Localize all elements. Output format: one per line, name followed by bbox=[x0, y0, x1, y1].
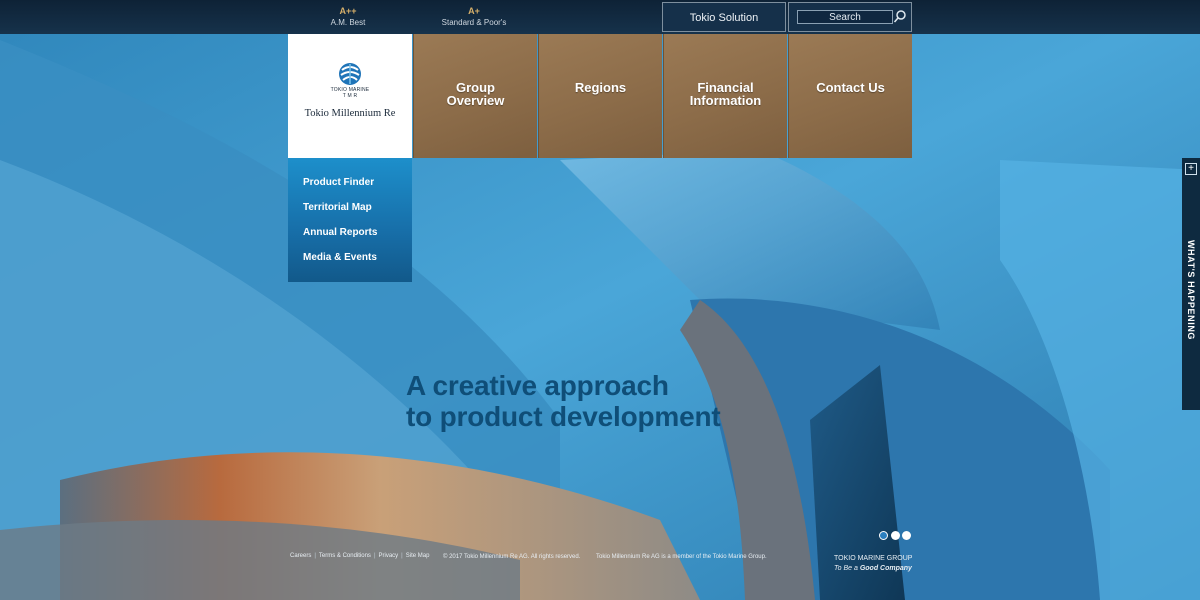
footer-link-terms[interactable]: Terms & Conditions bbox=[319, 553, 371, 559]
search-icon bbox=[893, 10, 906, 23]
expand-plus-icon[interactable]: + bbox=[1185, 163, 1197, 175]
nav-label-line1: Contact Us bbox=[816, 80, 885, 95]
rating-am-best: A++ A.M. Best bbox=[318, 6, 378, 28]
nav-item-financial-information[interactable]: Financial Information bbox=[663, 34, 787, 158]
nav-label-line2: Overview bbox=[446, 93, 505, 108]
carousel-dot-3[interactable] bbox=[902, 531, 911, 540]
rating-agency: A.M. Best bbox=[330, 18, 366, 27]
footer-copyright: © 2017 Tokio Millennium Re AG. All right… bbox=[443, 554, 581, 560]
footer-link-privacy[interactable]: Privacy bbox=[379, 553, 399, 559]
page: A++ A.M. Best A+ Standard & Poor's Tokio… bbox=[0, 0, 1200, 600]
home-logo-link[interactable]: TOKIO MARINE T M R Tokio Millennium Re bbox=[288, 34, 412, 158]
footer-separator: | bbox=[401, 553, 403, 559]
menu-item-annual-reports[interactable]: Annual Reports bbox=[303, 227, 377, 238]
whats-happening-tab[interactable]: + WHAT'S HAPPENING bbox=[1182, 158, 1200, 410]
footer-separator: | bbox=[314, 553, 316, 559]
footer-links: Careers | Terms & Conditions | Privacy | Site … bbox=[290, 553, 429, 559]
search-button[interactable] bbox=[893, 9, 907, 25]
hero-headline-line1: A creative approach bbox=[406, 370, 669, 401]
menu-item-territorial-map[interactable]: Territorial Map bbox=[303, 202, 372, 213]
group-tagline: To Be a Good Company bbox=[834, 564, 912, 574]
logo-company-name: Tokio Millennium Re bbox=[304, 108, 396, 119]
group-tagline-prefix: To Be a bbox=[834, 565, 858, 572]
logo-small-text: TOKIO MARINE T M R bbox=[288, 87, 412, 99]
tokio-marine-group-logo[interactable]: TOKIO MARINE GROUP To Be a Good Company bbox=[834, 554, 912, 574]
nav-label-line1: Regions bbox=[574, 80, 627, 95]
footer-link-careers[interactable]: Careers bbox=[290, 553, 311, 559]
nav-label-line2: Information bbox=[689, 93, 762, 108]
rating-agency: Standard & Poor's bbox=[441, 18, 507, 27]
nav-item-group-overview[interactable]: Group Overview bbox=[413, 34, 537, 158]
footer-separator: | bbox=[373, 553, 376, 559]
whats-happening-label-wrap: WHAT'S HAPPENING bbox=[1183, 188, 1199, 398]
whats-happening-label: WHAT'S HAPPENING bbox=[1186, 239, 1196, 341]
logo-abbrev-text: T M R bbox=[342, 93, 358, 99]
tokio-marine-logo-icon bbox=[339, 63, 361, 85]
rating-grade: A++ bbox=[339, 6, 357, 16]
group-name: TOKIO MARINE GROUP bbox=[834, 555, 913, 562]
search-box bbox=[788, 2, 912, 32]
footer-link-site-map[interactable]: Site Map bbox=[406, 553, 430, 559]
carousel-dot-2[interactable] bbox=[891, 531, 900, 540]
nav-item-contact-us[interactable]: Contact Us bbox=[788, 34, 912, 158]
nav-item-regions[interactable]: Regions bbox=[538, 34, 662, 158]
hero-headline: A creative approach to product developme… bbox=[406, 370, 721, 432]
group-tagline-emphasis: Good Company bbox=[859, 565, 912, 572]
menu-item-product-finder[interactable]: Product Finder bbox=[303, 177, 374, 188]
carousel-dot-1[interactable] bbox=[879, 531, 888, 540]
tokio-solution-button[interactable]: Tokio Solution bbox=[662, 2, 786, 32]
rating-grade: A+ bbox=[468, 6, 480, 16]
menu-item-media-events[interactable]: Media & Events bbox=[303, 252, 377, 263]
hero-headline-line2: to product development bbox=[406, 401, 721, 432]
rating-standard-poors: A+ Standard & Poor's bbox=[430, 6, 518, 28]
footer-member-note: Tokio Millennium Re AG is a member of th… bbox=[596, 554, 767, 560]
quick-links-menu: Product Finder Territorial Map Annual Re… bbox=[288, 158, 412, 282]
search-input[interactable] bbox=[797, 10, 893, 24]
top-bar bbox=[0, 0, 1200, 34]
